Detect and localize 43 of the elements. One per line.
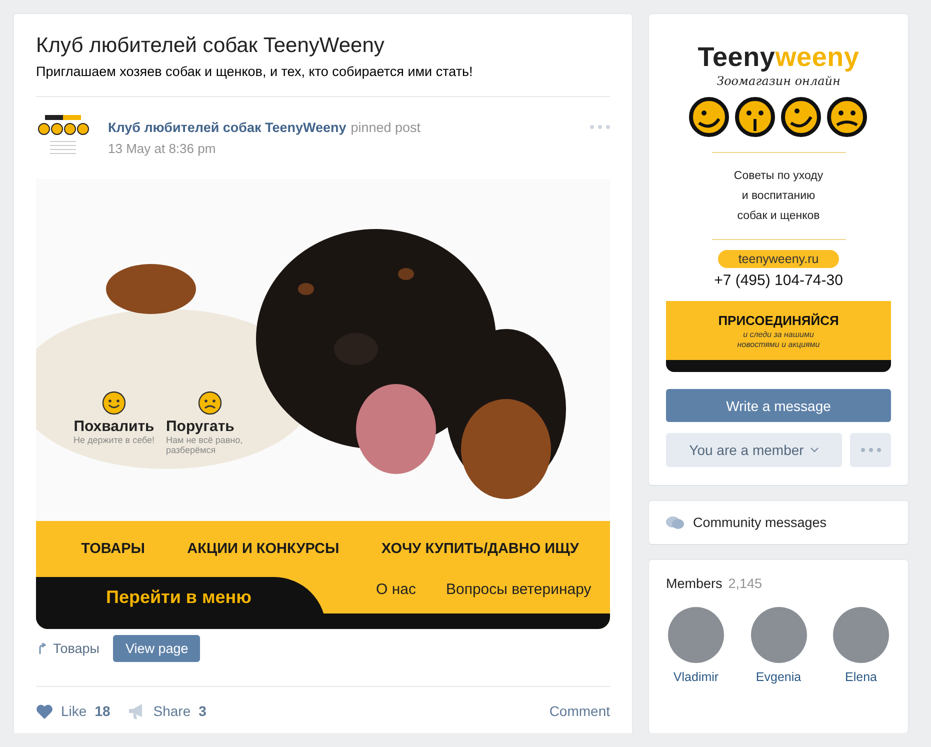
frown-icon [198,391,222,415]
pinned-label: pinned post [350,120,421,135]
view-page-button[interactable]: View page [113,635,200,662]
join-subtitle: и следи за нашими новостями и акциями [736,330,821,350]
reaction-subtitle: Не держите в себе! [72,435,156,445]
menu-item[interactable]: АКЦИИ И КОНКУРСЫ [187,541,340,577]
caret-icon [810,447,819,453]
menu-link[interactable]: О нас [376,581,416,601]
menu-button[interactable]: Перейти в меню [36,577,326,629]
reaction-title: Поругать [166,418,234,435]
arrow-icon [38,643,47,654]
write-message-button[interactable]: Write a message [666,389,891,422]
menu-item[interactable]: ТОВАРЫ [81,541,145,577]
join-title: ПРИСОЕДИНЯЙСЯ [717,313,840,328]
website-link[interactable]: teenyweeny.ru [718,250,839,268]
group-description: Приглашаем хозяев собак и щенков, и тех, кто собирается ими стать! [36,64,474,79]
more-button[interactable] [850,433,891,467]
member-name[interactable]: Vladimir [673,670,719,684]
more-icon [860,448,880,452]
smiley-icon [102,391,126,415]
member-name[interactable]: Evgenia [756,670,802,684]
chat-bubbles-icon [666,516,684,530]
author-link[interactable]: Клуб любителей собак TeenyWeeny [108,120,346,135]
brand-logo-text: Teenyweeny [698,42,860,73]
share-button[interactable]: Share 3 [128,703,206,719]
members-count: 2,145 [728,576,762,591]
reaction-subtitle: Нам не всё равно, разберёмся [166,435,244,455]
members-label: Members [666,576,722,591]
tagline: Зоомагазин онлайн [716,74,840,88]
group-title: Клуб любителей собак TeenyWeeny [36,34,386,58]
phone-number: +7 (495) 104-74-30 [714,272,843,289]
link-label: Товары [53,641,100,656]
member-name[interactable]: Elena [845,670,877,684]
tips-text: Советы по уходу и воспитанию собак и щенков [734,169,824,224]
menu-item[interactable]: ХОЧУ КУПИТЬ/ДАВНО ИЩУ [381,541,579,577]
community-messages-link[interactable]: Community messages [649,501,908,544]
like-button[interactable]: Like 18 [36,703,110,719]
menu-link[interactable]: Вопросы ветеринару [446,581,592,601]
member-dropdown[interactable]: You are a member [666,433,842,467]
heart-icon [36,704,53,718]
reaction-title: Похвалить [74,418,154,435]
join-banner[interactable]: ПРИСОЕДИНЯЙСЯ и следи за нашими новостями и акциями [666,301,891,360]
comment-link[interactable]: Comment [549,703,610,719]
